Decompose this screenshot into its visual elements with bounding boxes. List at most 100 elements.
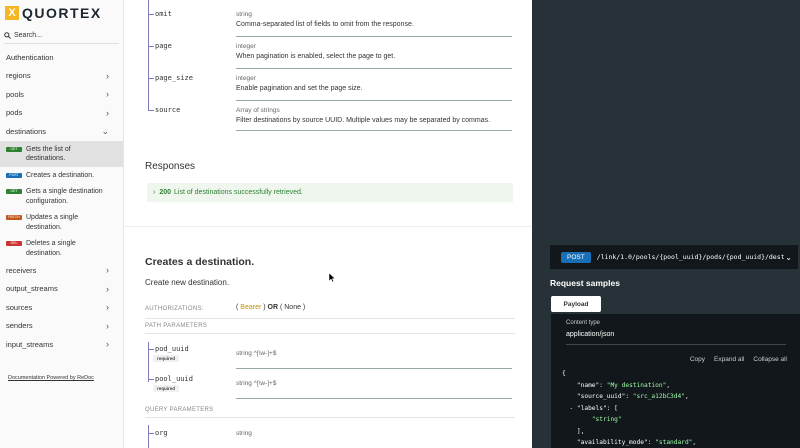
param-type: integer [236, 43, 256, 50]
param-name: omit [148, 10, 172, 18]
sidebar-item-destinations[interactable]: destinations ⌄ [0, 122, 123, 141]
code-value: "src_a12bC3d4" [632, 393, 685, 400]
divider [566, 344, 786, 345]
sidebar-subitem-label: Gets the list of destinations. [26, 145, 71, 163]
sidebar-subitem-get-destinations[interactable]: GET Gets the list of destinations. [0, 140, 123, 167]
chevron-right-icon: › [106, 283, 109, 294]
param-description: Comma-separated list of fields to omit f… [236, 21, 414, 28]
content-type-label: Content type [566, 320, 601, 326]
sidebar-item-label: sources [6, 302, 33, 312]
param-type: string [236, 11, 252, 18]
param-description: Enable pagination and set the page size. [236, 85, 363, 92]
param-type: string ^[\w-]+$ [236, 380, 276, 387]
chevron-right-icon: › [106, 89, 109, 100]
chevron-right-icon: › [106, 265, 109, 276]
param-name: source [147, 106, 181, 114]
sidebar-subitem-label: Creates a destination. [26, 171, 95, 179]
sidebar-subitem-label: Gets a single destination configuration. [26, 188, 103, 205]
logo[interactable]: X QUORTEX [0, 0, 123, 26]
operation-title: Creates a destination. [145, 256, 255, 268]
code-sample: { "name": "My destination", "source_uuid… [562, 370, 697, 446]
tab-payload[interactable]: Payload [551, 296, 601, 312]
param-tree-line [148, 0, 149, 110]
code-key: "labels" [576, 404, 607, 412]
method-badge-post: POST [6, 172, 22, 178]
param-name: page_size [148, 74, 193, 82]
expand-all-button[interactable]: Expand all [714, 356, 744, 363]
sidebar-item-label: regions [6, 71, 31, 81]
sidebar: X QUORTEX Search... Authentication regio… [0, 0, 124, 448]
auth-or: OR [265, 304, 280, 311]
sidebar-subitem-label: Updates a single destination. [26, 214, 79, 231]
param-type-name: string [236, 350, 252, 357]
copy-button[interactable]: Copy [690, 356, 705, 363]
sidebar-subitem-get-destination[interactable]: GET Gets a single destination configurat… [0, 183, 123, 209]
sidebar-item-input-streams[interactable]: input_streams › [0, 335, 123, 354]
collapse-all-button[interactable]: Collapse all [753, 356, 787, 363]
param-tree-line [148, 342, 149, 382]
code-value: "My destination" [606, 381, 667, 389]
code-brace: { [562, 370, 566, 377]
chevron-right-icon: › [106, 320, 109, 331]
divider [145, 417, 515, 418]
required-tag: required [153, 385, 180, 392]
divider [145, 318, 515, 319]
sidebar-item-label: pools [6, 89, 24, 99]
method-badge-get: GET [6, 146, 22, 152]
chevron-down-icon: ⌄ [785, 252, 792, 262]
content-type-value[interactable]: application/json [566, 331, 614, 338]
param-type: string [236, 430, 252, 437]
sidebar-subitem-create-destination[interactable]: POST Creates a destination. [0, 167, 123, 184]
sidebar-item-sources[interactable]: sources › [0, 298, 123, 317]
chevron-down-icon: ⌄ [101, 125, 109, 136]
param-divider [236, 36, 512, 37]
param-pattern: ^[\w-]+$ [253, 350, 277, 357]
response-text: List of destinations successfully retrie… [174, 189, 303, 196]
responses-title: Responses [145, 161, 196, 172]
code-key: "availability_mode" [576, 439, 648, 446]
code-value: "string" [591, 416, 622, 423]
logo-mark-icon: X [5, 6, 19, 20]
sidebar-item-pools[interactable]: pools › [0, 85, 123, 104]
chevron-right-icon: › [106, 107, 109, 118]
param-divider [236, 68, 512, 69]
sidebar-item-label: receivers [6, 265, 37, 275]
sidebar-item-label: senders [6, 321, 33, 331]
search-box[interactable]: Search... [4, 28, 119, 44]
sidebar-item-authentication[interactable]: Authentication [0, 48, 123, 67]
endpoint-selector[interactable]: POST /link/1.0/pools/{pool_uuid}/pods/{p… [550, 245, 798, 269]
authorizations-label: AUTHORIZATIONS: [145, 306, 204, 312]
response-200[interactable]: › 200 List of destinations successfully … [147, 183, 513, 202]
divider [145, 333, 515, 334]
code-key: "source_uuid" [576, 393, 626, 400]
sidebar-item-pods[interactable]: pods › [0, 104, 123, 123]
request-samples-title: Request samples [550, 278, 620, 288]
sidebar-item-output-streams[interactable]: output_streams › [0, 280, 123, 299]
sidebar-item-label: input_streams [6, 339, 54, 349]
code-bracket: ], [576, 427, 585, 435]
param-name: pod_uuid [148, 345, 189, 353]
logo-text: QUORTEX [22, 5, 102, 21]
query-params-label: QUERY PARAMETERS [145, 407, 214, 413]
operation-description: Create new destination. [145, 278, 230, 287]
code-key: "name" [576, 381, 600, 389]
code-actions: Copy Expand all Collapse all [690, 356, 787, 363]
chevron-right-icon: › [153, 189, 156, 196]
path-params-label: PATH PARAMETERS [145, 323, 208, 329]
auth-none: ( None ) [279, 304, 306, 311]
param-type: integer [236, 75, 256, 82]
response-code: 200 [159, 189, 172, 196]
sidebar-item-label: Authentication [6, 52, 54, 62]
sidebar-subitem-delete-destination[interactable]: DEL Deletes a single destination. [0, 235, 123, 261]
sidebar-item-regions[interactable]: regions › [0, 67, 123, 86]
search-input[interactable]: Search... [14, 32, 42, 39]
param-tree-line [148, 425, 149, 448]
code-panel: Content type application/json Copy Expan… [551, 314, 800, 448]
collapse-toggle[interactable]: - [569, 405, 576, 412]
sidebar-item-senders[interactable]: senders › [0, 317, 123, 336]
sidebar-subitem-update-destination[interactable]: PATCH Updates a single destination. [0, 209, 123, 235]
redoc-link[interactable]: Documentation Powered by ReDoc [8, 375, 94, 381]
auth-bearer: Bearer [240, 304, 262, 311]
sidebar-item-receivers[interactable]: receivers › [0, 261, 123, 280]
param-type: Array of strings [236, 107, 280, 114]
